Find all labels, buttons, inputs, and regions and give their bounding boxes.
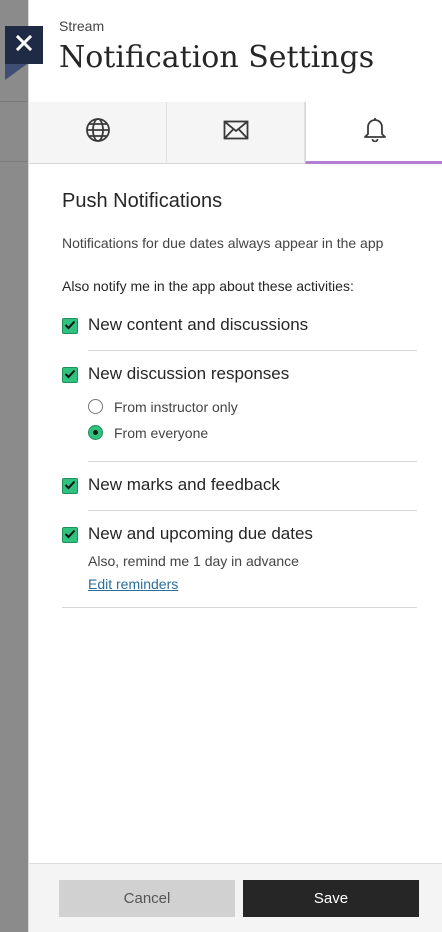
cancel-button[interactable]: Cancel xyxy=(59,880,235,917)
checkbox-content-discussions[interactable] xyxy=(62,318,78,334)
close-button-tab-decoration xyxy=(5,64,27,80)
checkbox-marks-feedback[interactable] xyxy=(62,478,78,494)
section-title: Push Notifications xyxy=(62,190,223,212)
reminder-text: Also, remind me 1 day in advance xyxy=(88,553,299,569)
dimmed-background xyxy=(0,0,28,932)
checkmark-icon xyxy=(64,317,76,335)
divider xyxy=(62,607,417,608)
background-divider xyxy=(0,161,28,162)
globe-icon xyxy=(85,117,111,148)
tab-email[interactable] xyxy=(167,102,305,164)
breadcrumb: Stream xyxy=(59,18,105,34)
checkbox-label: New marks and feedback xyxy=(88,475,280,494)
radio-label: From instructor only xyxy=(114,399,238,415)
radio-label: From everyone xyxy=(114,425,209,441)
divider xyxy=(88,461,417,462)
tab-web[interactable] xyxy=(29,102,167,164)
checkmark-icon xyxy=(64,366,76,384)
divider xyxy=(88,510,417,511)
save-button[interactable]: Save xyxy=(243,880,419,917)
footer-bar: Cancel Save xyxy=(29,863,442,932)
tab-bar xyxy=(29,102,442,164)
close-icon xyxy=(15,34,33,57)
checkbox-label: New discussion responses xyxy=(88,364,290,383)
edit-reminders-link[interactable]: Edit reminders xyxy=(88,576,178,592)
checkbox-label: New and upcoming due dates xyxy=(88,524,313,543)
section-subtitle: Also notify me in the app about these ac… xyxy=(62,278,354,294)
checkbox-label: New content and discussions xyxy=(88,315,309,334)
bell-icon xyxy=(363,116,387,147)
tab-push[interactable] xyxy=(305,102,442,164)
checkbox-discussion-responses[interactable] xyxy=(62,367,78,383)
checkmark-icon xyxy=(64,526,76,544)
background-divider xyxy=(0,101,28,102)
panel-header: Stream Notification Settings xyxy=(29,0,442,103)
page-title: Notification Settings xyxy=(59,40,375,75)
radio-everyone[interactable] xyxy=(88,425,103,440)
checkbox-due-dates[interactable] xyxy=(62,527,78,543)
divider xyxy=(88,350,417,351)
envelope-icon xyxy=(223,120,249,145)
notification-settings-panel: Stream Notification Settings Push Notifi… xyxy=(28,0,442,932)
checkmark-icon xyxy=(64,477,76,495)
section-note: Notifications for due dates always appea… xyxy=(62,235,384,251)
close-button[interactable] xyxy=(5,26,43,64)
radio-instructor-only[interactable] xyxy=(88,399,103,414)
